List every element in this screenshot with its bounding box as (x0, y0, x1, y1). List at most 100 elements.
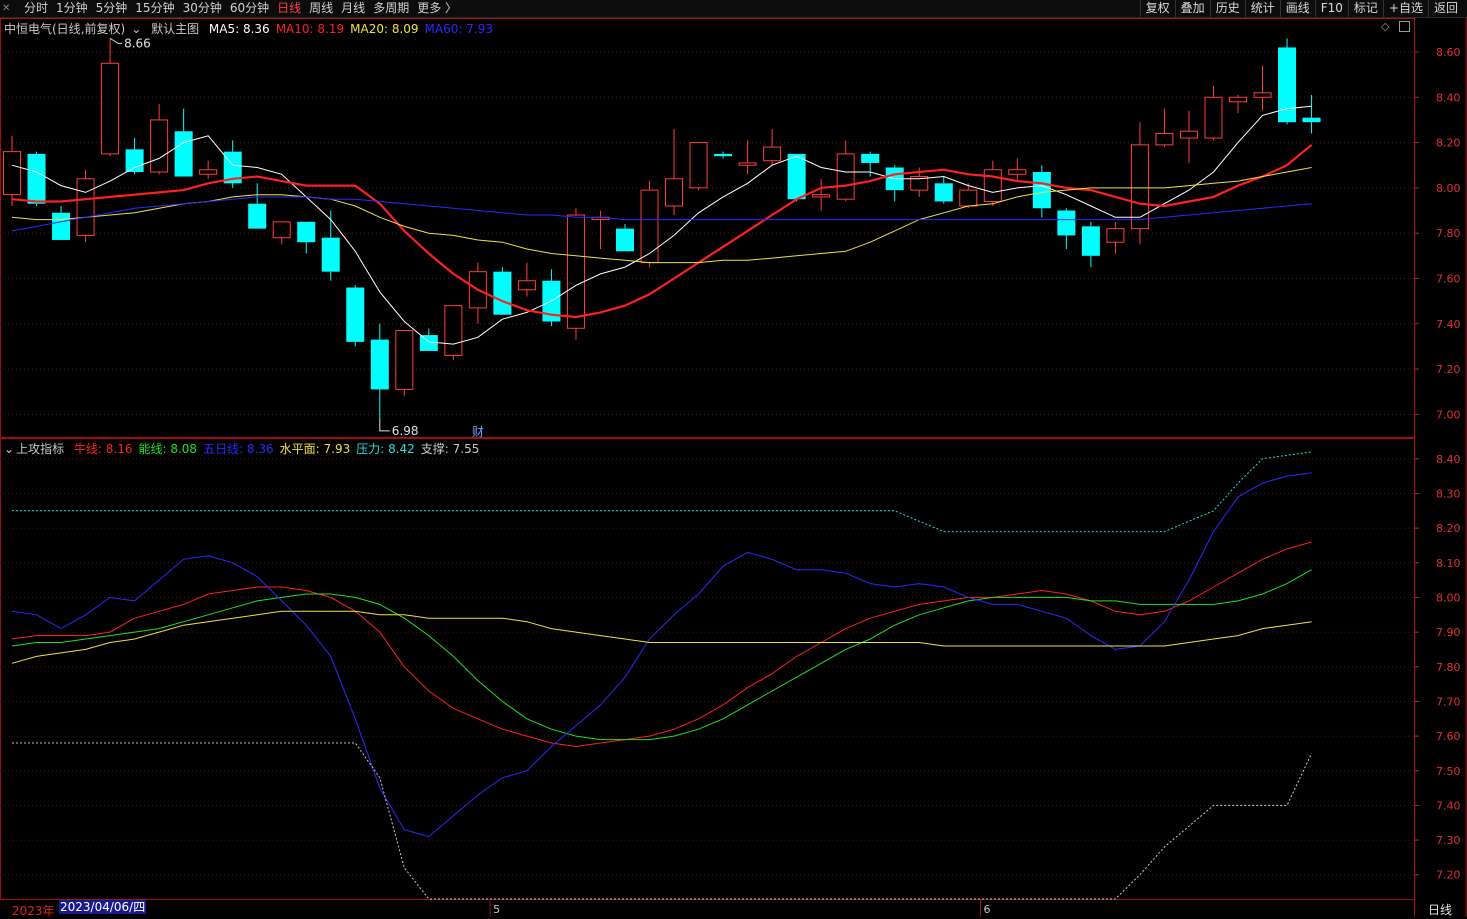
indicator-axis-label: 8.00 (1436, 591, 1461, 604)
tool-button-5[interactable]: F10 (1314, 0, 1348, 17)
tab-5[interactable]: 60分钟 (230, 0, 269, 17)
tool-button-4[interactable]: 画线 (1279, 0, 1315, 17)
indicator-frame (0, 438, 1415, 900)
candle-body (1008, 169, 1027, 175)
indicator-axis-label: 7.70 (1436, 695, 1461, 708)
period-label[interactable]: 日线 (1428, 901, 1452, 918)
indicator-panel (11, 451, 1313, 900)
candle-body (665, 178, 684, 207)
indicator-axis-label: 8.10 (1436, 557, 1461, 570)
candle-body (1302, 117, 1321, 123)
indicator-axis-label: 8.40 (1436, 453, 1461, 466)
tab-8[interactable]: 月线 (341, 0, 365, 17)
ma-line-ma20 (11, 167, 1312, 264)
candle-body (861, 153, 880, 163)
candle-body (566, 214, 585, 329)
candle-body (1106, 228, 1125, 243)
indicator-legend-4: 压力: 8.42 (356, 442, 415, 456)
financial-report-marker: 财 (472, 425, 484, 439)
right-toolbar: 复权 叠加 历史 统计 画线 F10 标记 +自选 返回 (1139, 0, 1463, 17)
ma-legend-3: MA60: 7.93 (424, 22, 493, 36)
grid-lines (0, 18, 1467, 917)
candle-body (1130, 144, 1149, 230)
candle-body (174, 131, 193, 177)
tool-button-1[interactable]: 叠加 (1174, 0, 1210, 17)
indicator-legend-5: 支撑: 7.55 (420, 442, 480, 456)
indicator-line (11, 472, 1312, 838)
tab-3[interactable]: 15分钟 (135, 0, 174, 17)
tab-6[interactable]: 日线 (277, 0, 301, 17)
cursor-date: 2023/04/06/四 (59, 900, 147, 914)
candle-body (493, 271, 512, 315)
candle-body (321, 237, 340, 272)
candle-body (297, 221, 316, 243)
candle-body (787, 153, 806, 200)
candle-body (248, 203, 267, 229)
tab-9[interactable]: 多周期 (373, 0, 409, 17)
candle-body (1229, 96, 1247, 103)
stock-label: 中恒电气(日线,前复权) (4, 22, 126, 36)
indicator-legend-3: 水平面: 7.93 (279, 442, 351, 456)
candle-body (1253, 92, 1272, 98)
template-label[interactable]: 默认主图 (151, 22, 199, 36)
main-axis-label: 8.00 (1436, 182, 1461, 195)
indicator-legend-1: 能线: 8.08 (138, 442, 198, 456)
indicator-name[interactable]: 上攻指标 (16, 442, 64, 456)
main-axis-label: 7.60 (1436, 272, 1461, 285)
candle-body (910, 176, 929, 191)
indicator-axis-label: 7.40 (1436, 799, 1461, 812)
candle-body (689, 142, 708, 189)
tool-button-0[interactable]: 复权 (1139, 0, 1175, 17)
candle-body (836, 153, 855, 200)
template-dropdown-icon[interactable]: ⌄ (131, 22, 141, 36)
collapse-icon[interactable]: ✕ (2, 0, 10, 17)
year-label: 2023年 (12, 904, 55, 918)
price-axis: 8.60 8.40 8.20 8.00 7.80 7.60 7.40 7.20 7.00 8.40… (489, 46, 1461, 917)
indicator-axis-label: 7.80 (1436, 661, 1461, 674)
tool-button-6[interactable]: 标记 (1347, 0, 1383, 17)
main-axis-label: 8.20 (1436, 137, 1461, 150)
tab-0[interactable]: 分时 (24, 0, 48, 17)
candle-body (1081, 226, 1100, 256)
ma-line-ma5 (11, 105, 1312, 345)
candle-body (1032, 172, 1051, 209)
candle-body (272, 221, 291, 239)
tool-button-8[interactable]: 返回 (1427, 0, 1463, 17)
tool-button-3[interactable]: 统计 (1244, 0, 1280, 17)
indicator-axis-label: 8.30 (1436, 487, 1461, 500)
indicator-axis-label: 7.60 (1436, 730, 1461, 743)
tab-4[interactable]: 30分钟 (183, 0, 222, 17)
stock-chart: 8.66 6.98 财 8.60 8.40 8.20 8.00 7.80 7.60 7.40 7.… (0, 18, 1467, 917)
tab-10[interactable]: 更多 〉 (417, 0, 457, 17)
diamond-icon[interactable]: ◇ (1381, 20, 1389, 33)
candle-body (738, 162, 757, 166)
maximize-icon[interactable] (1399, 21, 1410, 32)
candle-body (542, 280, 561, 322)
period-tabs: 分时 1分钟 5分钟 15分钟 30分钟 60分钟 日线 周线 月线 多周期 更多 〉 (24, 0, 457, 17)
candle-body (616, 228, 634, 252)
candle-body (714, 153, 733, 157)
high-marker-arrow (109, 37, 123, 44)
candle-body (591, 216, 610, 221)
candle-body (885, 167, 904, 191)
candle-body (27, 153, 46, 204)
tool-button-7[interactable]: +自选 (1382, 0, 1428, 17)
candle-body (395, 330, 414, 390)
indicator-line (11, 569, 1312, 741)
low-marker-arrow (379, 418, 390, 432)
candle-body (76, 178, 95, 236)
tab-7[interactable]: 周线 (309, 0, 333, 17)
candle-body (150, 119, 169, 173)
candle-body (444, 305, 463, 356)
main-panel: 8.66 6.98 财 (3, 36, 1321, 439)
indicator-dropdown-icon[interactable]: ⌄ (4, 442, 14, 456)
candle-body (223, 151, 242, 184)
tool-button-2[interactable]: 历史 (1209, 0, 1245, 17)
tab-2[interactable]: 5分钟 (96, 0, 128, 17)
low-marker-label: 6.98 (392, 424, 419, 438)
indicator-legend-0: 牛线: 8.16 (73, 442, 133, 456)
high-marker-label: 8.66 (124, 36, 151, 50)
tab-1[interactable]: 1分钟 (56, 0, 88, 17)
indicator-axis-label: 7.20 (1436, 869, 1461, 882)
ma-legend-0: MA5: 8.36 (208, 22, 270, 36)
